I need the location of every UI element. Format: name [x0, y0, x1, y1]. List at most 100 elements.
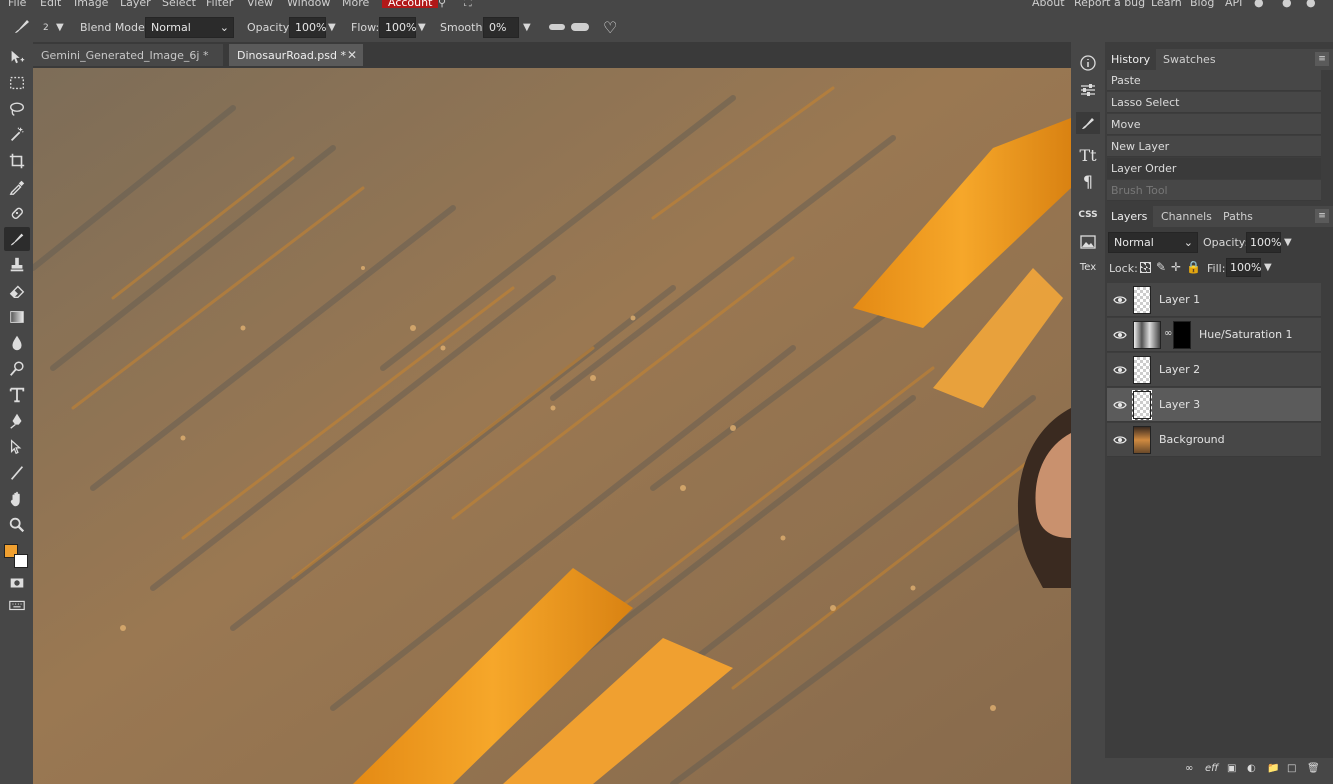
history-item-move[interactable]: Move — [1107, 114, 1321, 135]
keyboard-icon[interactable] — [4, 595, 30, 615]
link-about[interactable]: About — [1032, 0, 1065, 9]
smooth-dropdown-icon[interactable]: ▼ — [523, 22, 531, 33]
adjustment-icon[interactable]: ◐ — [1247, 763, 1261, 777]
close-icon[interactable]: ✕ — [347, 48, 357, 62]
pressure-opacity-icon[interactable] — [549, 24, 565, 30]
tab-layers[interactable]: Layers — [1105, 206, 1154, 227]
layer-mask-thumbnail[interactable] — [1173, 321, 1191, 349]
clone-stamp-tool-icon[interactable] — [4, 253, 30, 277]
brush-tool-icon[interactable] — [4, 227, 30, 251]
paragraph-icon[interactable]: ¶ — [1076, 170, 1100, 192]
flow-dropdown-icon[interactable]: ▼ — [418, 22, 426, 33]
history-item-new-layer[interactable]: New Layer — [1107, 136, 1321, 157]
pressure-size-icon[interactable] — [571, 23, 589, 31]
history-item-brush-tool[interactable]: Brush Tool — [1107, 180, 1321, 201]
twitter-icon[interactable]: ● — [1282, 0, 1292, 9]
pen-tool-icon[interactable] — [4, 409, 30, 433]
opacity-dropdown-icon[interactable]: ▼ — [328, 22, 336, 33]
menu-account[interactable]: Account — [382, 0, 439, 9]
gradient-tool-icon[interactable] — [4, 305, 30, 329]
history-item-layer-order[interactable]: Layer Order — [1107, 158, 1321, 179]
dodge-tool-icon[interactable] — [4, 357, 30, 381]
move-tool-icon[interactable] — [4, 45, 30, 69]
tab-gemini-image[interactable]: Gemini_Generated_Image_6j * ✕ — [33, 44, 239, 66]
facebook-icon[interactable]: ● — [1306, 0, 1316, 9]
lasso-tool-icon[interactable] — [4, 97, 30, 121]
menu-view[interactable]: View — [247, 0, 273, 9]
background-color-swatch[interactable] — [14, 554, 28, 568]
zoom-tool-icon[interactable] — [4, 513, 30, 537]
lock-position-icon[interactable]: ✛ — [1171, 260, 1181, 274]
history-item-lasso-select[interactable]: Lasso Select — [1107, 92, 1321, 113]
layer-opacity-dropdown-icon[interactable]: ▼ — [1284, 237, 1292, 248]
link-api[interactable]: API — [1225, 0, 1242, 9]
quick-mask-icon[interactable] — [4, 571, 30, 595]
layer-row-hue-saturation-1[interactable]: ∞ Hue/Saturation 1 — [1107, 318, 1321, 352]
reddit-icon[interactable]: ● — [1254, 0, 1264, 9]
tex-icon[interactable]: Tex — [1076, 256, 1100, 278]
search-icon[interactable]: ⚲ — [438, 0, 446, 9]
brush-size-dropdown-icon[interactable]: ▼ — [56, 22, 64, 33]
magic-wand-tool-icon[interactable] — [4, 123, 30, 147]
eye-icon[interactable] — [1113, 293, 1127, 307]
layer-row-background[interactable]: Background — [1107, 423, 1321, 457]
layer-row-layer-3[interactable]: Layer 3 — [1107, 388, 1321, 422]
chain-link-icon[interactable]: ∞ — [1164, 328, 1172, 339]
menu-file[interactable]: File — [8, 0, 26, 9]
menu-more[interactable]: More — [342, 0, 369, 9]
eraser-tool-icon[interactable] — [4, 279, 30, 303]
menu-image[interactable]: Image — [74, 0, 108, 9]
brush-tool-icon[interactable] — [12, 16, 34, 38]
mask-icon[interactable]: ▣ — [1227, 763, 1241, 777]
brush-size-value[interactable]: 2 — [43, 23, 49, 33]
trash-icon[interactable]: 🗑 — [1307, 763, 1321, 777]
adjustments-icon[interactable] — [1076, 79, 1100, 101]
lock-all-icon[interactable]: 🔒 — [1186, 260, 1201, 274]
link-learn[interactable]: Learn — [1151, 0, 1182, 9]
eye-icon[interactable] — [1113, 363, 1127, 377]
eyedropper-tool-icon[interactable] — [4, 175, 30, 199]
brush-settings-icon[interactable] — [1076, 112, 1100, 134]
tab-history[interactable]: History — [1105, 49, 1157, 70]
healing-brush-tool-icon[interactable] — [4, 201, 30, 225]
menu-window[interactable]: Window — [287, 0, 330, 9]
hand-tool-icon[interactable] — [4, 487, 30, 511]
crop-tool-icon[interactable] — [4, 149, 30, 173]
folder-icon[interactable]: 📁 — [1267, 763, 1281, 777]
fill-input[interactable]: 100% — [1226, 258, 1261, 277]
info-icon[interactable] — [1076, 52, 1100, 74]
lock-transparency-icon[interactable] — [1140, 262, 1151, 273]
character-icon[interactable]: Tt — [1076, 144, 1100, 166]
layer-row-layer-1[interactable]: Layer 1 — [1107, 283, 1321, 317]
tab-swatches[interactable]: Swatches — [1157, 49, 1222, 70]
link-icon[interactable]: ∞ — [1185, 763, 1199, 777]
menu-select[interactable]: Select — [162, 0, 196, 9]
image-icon[interactable] — [1076, 231, 1100, 253]
lock-pixels-icon[interactable]: ✎ — [1156, 260, 1166, 274]
line-tool-icon[interactable] — [4, 461, 30, 485]
layer-blend-mode-select[interactable]: Normal ⌄ — [1108, 232, 1198, 253]
panel-menu-icon[interactable]: ≡ — [1315, 209, 1329, 223]
tab-channels[interactable]: Channels — [1155, 206, 1218, 227]
panel-menu-icon[interactable]: ≡ — [1315, 52, 1329, 66]
path-select-tool-icon[interactable] — [4, 435, 30, 459]
flow-input[interactable]: 100% — [379, 17, 416, 38]
tab-paths[interactable]: Paths — [1217, 206, 1259, 227]
blend-mode-select[interactable]: Normal ⌄ — [145, 17, 234, 38]
smooth-input[interactable]: 0% — [483, 17, 519, 38]
marquee-tool-icon[interactable] — [4, 71, 30, 95]
opacity-input[interactable]: 100% — [289, 17, 326, 38]
eye-icon[interactable] — [1113, 433, 1127, 447]
menu-layer[interactable]: Layer — [120, 0, 151, 9]
type-tool-icon[interactable] — [4, 383, 30, 407]
css-icon[interactable]: CSS — [1076, 204, 1100, 226]
effects-icon[interactable]: eff — [1205, 763, 1219, 777]
fullscreen-icon[interactable]: ⛶ — [464, 0, 472, 10]
menu-edit[interactable]: Edit — [40, 0, 61, 9]
link-blog[interactable]: Blog — [1190, 0, 1214, 9]
tab-dinosaurroad[interactable]: DinosaurRoad.psd * ✕ — [229, 44, 363, 66]
history-item-paste[interactable]: Paste — [1107, 70, 1321, 91]
new-layer-icon[interactable]: □ — [1287, 763, 1301, 777]
layer-opacity-input[interactable]: 100% — [1246, 232, 1281, 253]
eye-icon[interactable] — [1113, 398, 1127, 412]
